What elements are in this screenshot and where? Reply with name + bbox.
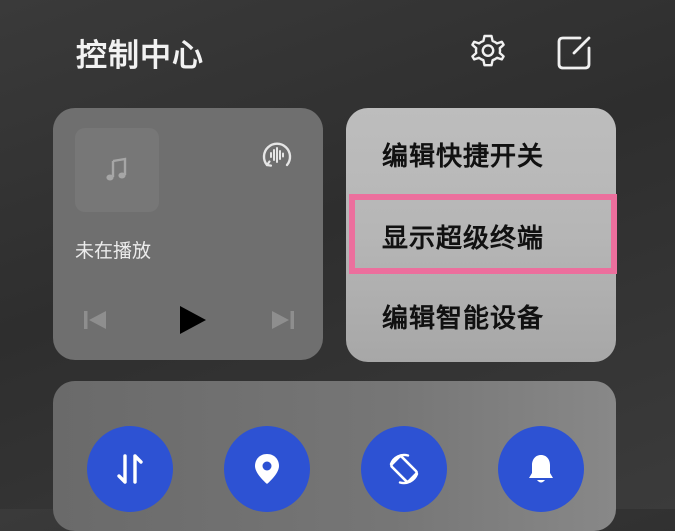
menu-item-edit-smart-devices[interactable]: 编辑智能设备	[382, 298, 544, 335]
page-title: 控制中心	[76, 38, 204, 74]
bell-icon	[529, 455, 553, 483]
audio-output-icon	[262, 142, 292, 167]
settings-button[interactable]	[466, 30, 510, 74]
location-toggle[interactable]	[224, 426, 310, 512]
edit-button[interactable]	[552, 30, 596, 74]
mobile-data-icon	[117, 454, 143, 484]
edit-square-icon	[557, 36, 591, 70]
media-player-card[interactable]: 未在播放	[53, 108, 323, 360]
menu-item-edit-shortcuts[interactable]: 编辑快捷开关	[382, 136, 544, 173]
auto-rotate-icon	[389, 453, 419, 485]
play-icon	[180, 306, 206, 334]
mobile-data-toggle[interactable]	[87, 426, 173, 512]
skip-previous-icon	[84, 311, 106, 329]
play-button[interactable]	[171, 300, 211, 340]
location-pin-icon	[255, 454, 279, 484]
album-art	[75, 128, 159, 212]
gear-icon	[471, 34, 505, 67]
highlight-annotation	[349, 194, 617, 274]
next-track-button[interactable]	[263, 300, 303, 340]
previous-track-button[interactable]	[75, 300, 115, 340]
media-status-label: 未在播放	[75, 240, 152, 262]
audio-output-button[interactable]	[259, 137, 295, 173]
auto-rotate-toggle[interactable]	[361, 426, 447, 512]
notification-toggle[interactable]	[498, 426, 584, 512]
skip-next-icon	[272, 311, 294, 329]
music-note-icon	[106, 157, 127, 181]
